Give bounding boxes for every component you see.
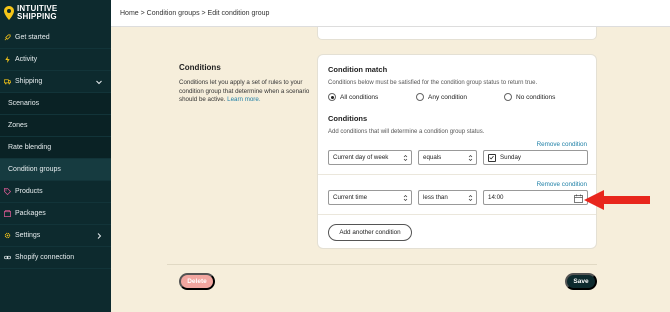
select-arrows-icon — [468, 195, 473, 201]
section-description: Conditions let you apply a set of rules … — [179, 79, 311, 105]
condition-operator-select[interactable]: equals — [418, 150, 477, 165]
logo-line-2: SHIPPING — [17, 12, 57, 21]
time-input[interactable]: 14:00 — [483, 190, 588, 205]
divider — [318, 214, 596, 215]
condition-match-options: All conditions Any condition No conditio… — [328, 93, 592, 101]
condition-field-select[interactable]: Current time — [328, 190, 412, 205]
sidebar-item-packages[interactable]: Packages — [0, 203, 111, 225]
logo-text: INTUITIVE SHIPPING — [17, 5, 57, 21]
sidebar-item-label: Settings — [15, 232, 41, 239]
conditions-title: Conditions — [328, 114, 368, 123]
select-value: less than — [423, 194, 448, 201]
sidebar-item-shopify-connection[interactable]: Shopify connection — [0, 247, 111, 269]
lightning-icon — [5, 56, 10, 63]
add-another-condition-button[interactable]: Add another condition — [328, 224, 412, 241]
sidebar-nav: Get started Activity Shipping Scenarios … — [0, 27, 111, 269]
footer-divider — [167, 264, 597, 265]
radio-any-condition[interactable]: Any condition — [416, 93, 504, 101]
save-button[interactable]: Save — [565, 273, 597, 290]
gear-icon — [4, 232, 11, 239]
condition-operator-select[interactable]: less than — [418, 190, 477, 205]
time-value: 14:00 — [488, 194, 504, 201]
sidebar-item-rate-blending[interactable]: Rate blending — [0, 137, 111, 159]
select-value: equals — [423, 154, 442, 161]
radio-label: Any condition — [428, 93, 468, 101]
conditions-card: Condition match Conditions below must be… — [317, 54, 597, 249]
sidebar-item-label: Packages — [15, 210, 46, 217]
section-title: Conditions — [179, 63, 221, 72]
remove-condition-link[interactable]: Remove condition — [537, 141, 587, 148]
sidebar-item-label: Zones — [8, 122, 28, 129]
select-value: Current time — [333, 194, 368, 201]
divider — [318, 174, 596, 175]
sidebar-item-condition-groups[interactable]: Condition groups — [0, 159, 111, 181]
delete-button[interactable]: Delete — [179, 273, 215, 290]
sidebar-item-label: Rate blending — [8, 144, 52, 151]
condition-match-title: Condition match — [328, 65, 388, 74]
box-icon — [4, 210, 11, 217]
select-arrows-icon — [468, 155, 473, 161]
radio-button[interactable] — [504, 93, 512, 101]
breadcrumb[interactable]: Home > Condition groups > Edit condition… — [120, 10, 269, 17]
select-arrows-icon — [403, 155, 408, 161]
link-icon — [4, 255, 11, 260]
sidebar-item-label: Activity — [15, 56, 38, 63]
logo[interactable]: INTUITIVE SHIPPING — [4, 5, 57, 21]
sidebar-item-label: Scenarios — [8, 100, 40, 107]
sidebar-item-label: Products — [15, 188, 43, 195]
red-arrow-icon — [584, 190, 650, 210]
radio-button[interactable] — [416, 93, 424, 101]
chevron-right-icon — [97, 233, 102, 239]
value-checkbox[interactable] — [488, 153, 496, 162]
radio-all-conditions[interactable]: All conditions — [328, 93, 416, 101]
radio-label: No conditions — [516, 93, 556, 101]
radio-no-conditions[interactable]: No conditions — [504, 93, 592, 101]
sidebar-item-scenarios[interactable]: Scenarios — [0, 93, 111, 115]
checkmark-icon — [489, 155, 494, 160]
sidebar-item-settings[interactable]: Settings — [0, 225, 111, 247]
condition-match-help: Conditions below must be satisfied for t… — [328, 80, 538, 86]
sidebar-item-products[interactable]: Products — [0, 181, 111, 203]
location-pin-icon — [4, 6, 14, 20]
previous-card — [317, 27, 597, 40]
sidebar-item-label: Get started — [15, 34, 50, 41]
sidebar: INTUITIVE SHIPPING Get started Activity … — [0, 0, 111, 312]
tag-icon — [4, 188, 11, 195]
truck-icon — [4, 79, 11, 85]
learn-more-link[interactable]: Learn more. — [227, 96, 260, 103]
sidebar-item-zones[interactable]: Zones — [0, 115, 111, 137]
condition-field-select[interactable]: Current day of week — [328, 150, 412, 165]
radio-button[interactable] — [328, 93, 336, 101]
chevron-down-icon — [96, 80, 102, 85]
remove-condition-link[interactable]: Remove condition — [537, 181, 587, 188]
sidebar-item-get-started[interactable]: Get started — [0, 27, 111, 49]
select-arrows-icon — [403, 195, 408, 201]
radio-label: All conditions — [340, 93, 379, 101]
conditions-help: Add conditions that will determine a con… — [328, 129, 485, 135]
sidebar-item-label: Shopify connection — [15, 254, 75, 261]
sidebar-item-activity[interactable]: Activity — [0, 49, 111, 71]
sidebar-item-label: Condition groups — [8, 166, 61, 173]
rocket-icon — [4, 34, 11, 41]
sidebar-item-shipping[interactable]: Shipping — [0, 71, 111, 93]
select-value: Current day of week — [333, 154, 389, 161]
calendar-icon[interactable] — [574, 194, 583, 203]
sidebar-item-label: Shipping — [15, 78, 43, 85]
condition-value-field[interactable]: Sunday — [483, 150, 588, 165]
top-bar: Home > Condition groups > Edit condition… — [111, 0, 670, 27]
value-text: Sunday — [500, 154, 521, 161]
